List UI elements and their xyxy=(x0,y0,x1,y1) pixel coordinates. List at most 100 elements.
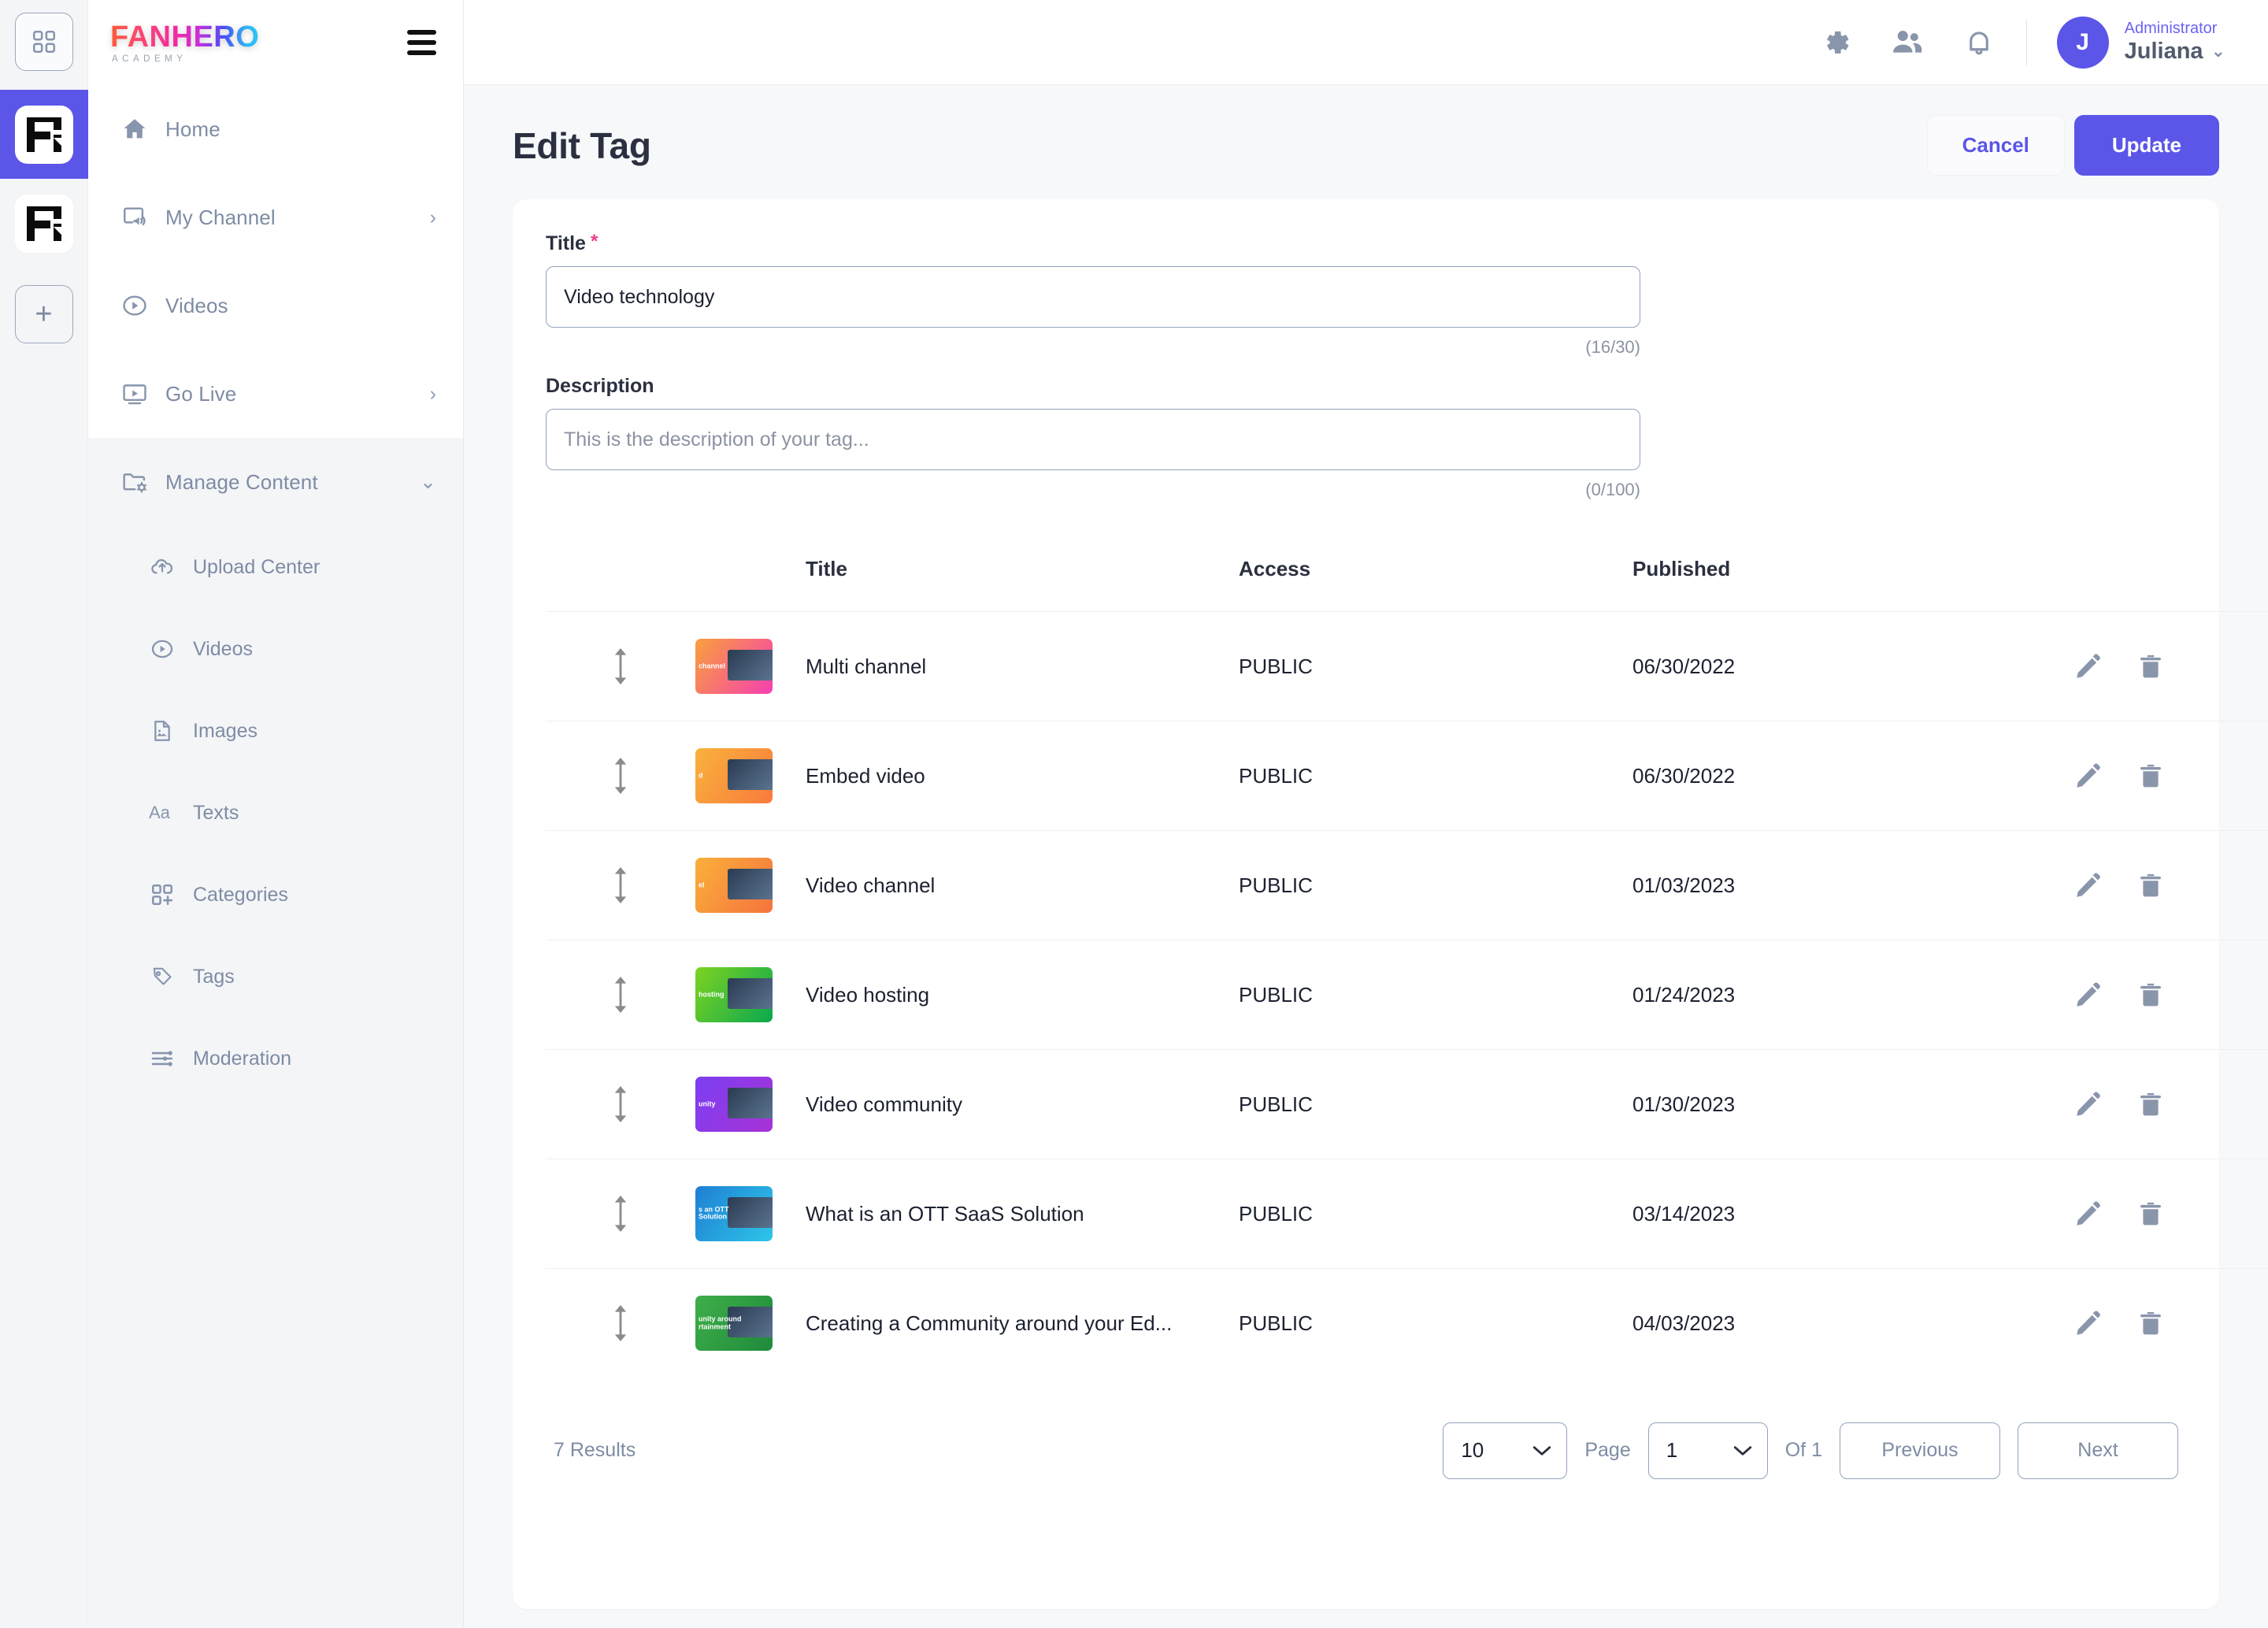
trash-icon[interactable] xyxy=(2136,1089,2165,1119)
pencil-icon[interactable] xyxy=(2073,1199,2103,1229)
description-input[interactable] xyxy=(546,409,1640,470)
add-workspace-button[interactable]: + xyxy=(14,285,73,343)
edit-tag-card: Title * (16/30) Description (0/100) Titl… xyxy=(513,199,2268,1609)
sidebar-item-upload-center[interactable]: Upload Center xyxy=(88,526,463,608)
trash-icon[interactable] xyxy=(2136,870,2165,900)
page-title: Edit Tag xyxy=(513,124,651,166)
sidebar-item-my-channel[interactable]: My Channel › xyxy=(88,173,463,261)
pencil-icon[interactable] xyxy=(2073,870,2103,900)
profile-menu[interactable]: J Administrator Juliana ⌄ xyxy=(2056,16,2225,69)
workspace-item-2[interactable] xyxy=(0,179,88,268)
col-title: Title xyxy=(806,557,847,580)
next-button[interactable]: Next xyxy=(2018,1422,2178,1479)
row-title: Multi channel xyxy=(806,654,927,678)
drag-updown-icon[interactable] xyxy=(546,1086,695,1122)
update-button[interactable]: Update xyxy=(2073,115,2219,176)
title-label-text: Title xyxy=(546,232,586,254)
table-row[interactable]: unity around rtainment Creating a Communit… xyxy=(546,1268,2268,1378)
trash-icon[interactable] xyxy=(2136,1199,2165,1229)
text-aa-icon: Aa xyxy=(147,803,177,823)
sidebar-item-categories[interactable]: Categories xyxy=(88,854,463,936)
row-published: 04/03/2023 xyxy=(1632,1311,1736,1335)
play-circle-icon xyxy=(147,636,177,662)
sidebar-item-label: Go Live xyxy=(165,381,237,406)
row-actions xyxy=(2073,870,2268,900)
trash-icon[interactable] xyxy=(2136,761,2165,791)
table-row[interactable]: channel Multi channel PUBLIC 06/30/2022 xyxy=(546,611,2268,721)
sidebar-item-go-live[interactable]: Go Live › xyxy=(88,350,463,438)
col-actions xyxy=(2073,557,2268,612)
sidebar-item-videos[interactable]: Videos xyxy=(88,261,463,350)
thumbnail-image: hosting xyxy=(695,967,773,1022)
grid-apps-icon[interactable] xyxy=(14,13,73,71)
page-size-select[interactable]: 10 xyxy=(1443,1422,1568,1479)
table-row[interactable]: unity Video community PUBLIC 01/30/2023 xyxy=(546,1049,2268,1159)
home-icon xyxy=(120,116,150,143)
pencil-icon[interactable] xyxy=(2073,1089,2103,1119)
row-actions-cell xyxy=(2073,611,2268,721)
drag-updown-icon[interactable] xyxy=(546,867,695,903)
description-field-label: Description xyxy=(546,375,2186,398)
thumbnail-caption: el xyxy=(699,881,705,889)
row-drag-handle-cell xyxy=(546,940,695,1050)
thumbnail-image: unity xyxy=(695,1077,773,1132)
cancel-button[interactable]: Cancel xyxy=(1926,115,2065,176)
row-actions xyxy=(2073,761,2268,791)
sidebar-item-tags[interactable]: Tags xyxy=(88,936,463,1018)
row-drag-handle-cell xyxy=(546,1268,695,1378)
thumbnail-image: s an OTT Solution xyxy=(695,1186,773,1241)
thumbnail-caption: s an OTT Solution xyxy=(699,1205,729,1221)
row-title-cell: Video community xyxy=(806,1049,1239,1159)
pencil-icon[interactable] xyxy=(2073,980,2103,1010)
hamburger-menu-icon[interactable] xyxy=(407,30,436,55)
sidebar-item-videos-sub[interactable]: Videos xyxy=(88,608,463,690)
drag-updown-icon[interactable] xyxy=(546,1305,695,1342)
chevron-right-icon: › xyxy=(429,382,436,405)
image-file-icon xyxy=(147,718,177,744)
row-published-cell: 01/03/2023 xyxy=(1632,830,2073,940)
row-drag-handle-cell xyxy=(546,611,695,721)
sidebar-item-texts[interactable]: Aa Texts xyxy=(88,772,463,854)
row-actions xyxy=(2073,651,2268,681)
previous-button[interactable]: Previous xyxy=(1840,1422,2000,1479)
trash-icon[interactable] xyxy=(2136,980,2165,1010)
page-size-value: 10 xyxy=(1461,1438,1484,1462)
description-counter: (0/100) xyxy=(1585,480,1640,499)
drag-updown-icon[interactable] xyxy=(546,1196,695,1232)
col-access: Access xyxy=(1239,557,1311,580)
sidebar-item-images[interactable]: Images xyxy=(88,690,463,772)
trash-icon[interactable] xyxy=(2136,1308,2165,1338)
pencil-icon[interactable] xyxy=(2073,761,2103,791)
row-title-cell: Creating a Community around your Ed... xyxy=(806,1268,1239,1378)
page-number-select[interactable]: 1 xyxy=(1647,1422,1768,1479)
pencil-icon[interactable] xyxy=(2073,651,2103,681)
sidebar-item-home[interactable]: Home xyxy=(88,85,463,173)
table-row[interactable]: hosting Video hosting PUBLIC 01/24/2023 xyxy=(546,940,2268,1050)
drag-updown-icon[interactable] xyxy=(546,977,695,1013)
chevron-down-icon: ⌄ xyxy=(419,470,436,493)
table-row[interactable]: s an OTT Solution What is an OTT SaaS Solu… xyxy=(546,1159,2268,1269)
sidebar-item-manage-content[interactable]: Manage Content ⌄ xyxy=(88,438,463,526)
bell-icon[interactable] xyxy=(1962,25,1996,60)
chevron-right-icon: › xyxy=(429,206,436,228)
title-input[interactable] xyxy=(546,266,1640,328)
sidebar-item-label: Videos xyxy=(165,293,228,317)
trash-icon[interactable] xyxy=(2136,651,2165,681)
workspace-item-active[interactable] xyxy=(0,90,88,179)
brand-logo[interactable]: FANHERO ACADEMY xyxy=(110,22,259,64)
table-row[interactable]: el Video channel PUBLIC 01/03/2023 xyxy=(546,830,2268,940)
table-row[interactable]: d Embed video PUBLIC 06/30/2022 xyxy=(546,721,2268,831)
workspace-rail: + xyxy=(0,0,88,1628)
row-actions-cell xyxy=(2073,721,2268,831)
drag-updown-icon[interactable] xyxy=(546,758,695,794)
pencil-icon[interactable] xyxy=(2073,1308,2103,1338)
sidebar-item-moderation[interactable]: Moderation xyxy=(88,1018,463,1100)
row-title: What is an OTT SaaS Solution xyxy=(806,1201,1084,1226)
row-access-cell: PUBLIC xyxy=(1239,1268,1632,1378)
of-text: Of xyxy=(1784,1439,1807,1461)
thumbnail-caption: unity xyxy=(699,1100,716,1108)
people-icon[interactable] xyxy=(1889,24,1925,61)
drag-updown-icon[interactable] xyxy=(546,648,695,684)
gear-icon[interactable] xyxy=(1818,25,1853,60)
of-label: Of 1 xyxy=(1785,1439,1822,1462)
